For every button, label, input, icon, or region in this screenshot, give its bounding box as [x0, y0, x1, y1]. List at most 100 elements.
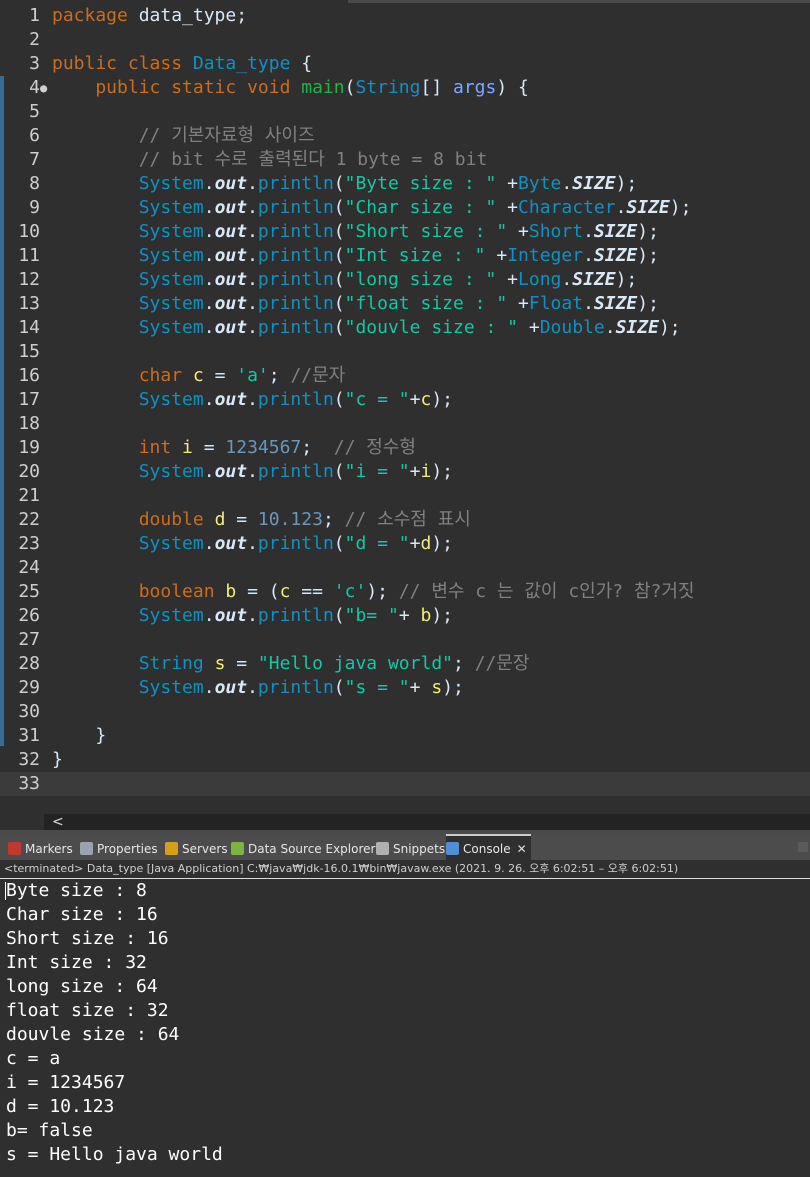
code-token: // 기본자료형 사이즈	[52, 125, 315, 146]
code-line[interactable]: 17 System.out.println("c = "+c);	[0, 388, 810, 412]
code-token: =	[192, 437, 226, 458]
code-token: "i = "	[344, 461, 410, 482]
code-token: package	[52, 5, 128, 26]
code-line[interactable]: 24	[0, 556, 810, 580]
code-token: (	[333, 269, 345, 290]
code-token: .	[203, 173, 215, 194]
code-line[interactable]: 14 System.out.println("douvle size : " +…	[0, 316, 810, 340]
code-token: SIZE	[593, 293, 638, 314]
console-line: Byte size : 8	[6, 880, 147, 901]
code-token: "long size : "	[344, 269, 497, 290]
code-token: .	[615, 197, 627, 218]
console-line: c = a	[6, 1048, 61, 1069]
code-line[interactable]: 5	[0, 100, 810, 124]
code-token: Float	[528, 293, 584, 314]
code-token: println	[257, 605, 334, 626]
line-number: 2	[29, 29, 40, 50]
code-token: ;	[322, 509, 345, 530]
line-number: 7	[29, 149, 40, 170]
tab-data-source-explorer[interactable]: Data Source Explorer	[231, 836, 375, 860]
code-token: System	[52, 461, 204, 482]
code-line[interactable]: 25 boolean b = (c == 'c'); // 변수 c 는 값이 …	[0, 580, 810, 604]
code-line[interactable]: 26 System.out.println("b= "+ b);	[0, 604, 810, 628]
code-line[interactable]: 16 char c = 'a'; //문자	[0, 364, 810, 388]
tab-servers[interactable]: Servers	[165, 836, 228, 860]
code-line[interactable]: 19 int i = 1234567; // 정수형	[0, 436, 810, 460]
code-token: SIZE	[572, 173, 616, 194]
code-token: System	[52, 533, 204, 554]
code-line[interactable]: 29 System.out.println("s = "+ s);	[0, 676, 810, 700]
code-line[interactable]: 3 public class Data_type {	[0, 52, 810, 76]
code-token: 'c'	[333, 581, 367, 602]
code-token: .	[203, 389, 215, 410]
code-line[interactable]: 10 System.out.println("Short size : " +S…	[0, 220, 810, 244]
tab-markers[interactable]: Markers	[8, 836, 73, 860]
tab-snippets[interactable]: Snippets	[376, 836, 445, 860]
code-token: +	[507, 221, 529, 242]
horizontal-scrollbar[interactable]: <	[44, 814, 810, 830]
code-line[interactable]: 8 System.out.println("Byte size : " +Byt…	[0, 172, 810, 196]
line-number: 20	[18, 461, 40, 482]
code-line[interactable]: 15	[0, 340, 810, 364]
code-text: boolean b = (c == 'c'); // 변수 c 는 값이 c인가…	[52, 580, 695, 604]
view-menu-icon[interactable]	[798, 842, 808, 852]
close-icon[interactable]: ✕	[517, 842, 527, 856]
code-line[interactable]: 22 double d = 10.123; // 소수점 표시	[0, 508, 810, 532]
code-token: System	[52, 317, 204, 338]
code-line[interactable]: 9 System.out.println("Char size : " +Cha…	[0, 196, 810, 220]
fold-marker-icon[interactable]: ●	[40, 76, 47, 100]
code-token: .	[247, 605, 258, 626]
code-line[interactable]: 1 package data_type;	[0, 4, 810, 28]
code-token: b	[225, 581, 237, 602]
code-token: "s = "	[344, 677, 410, 698]
code-line[interactable]: 12 System.out.println("long size : " +Lo…	[0, 268, 810, 292]
code-line[interactable]: 13 System.out.println("float size : " +F…	[0, 292, 810, 316]
code-token: "b= "	[344, 605, 399, 626]
data-source-explorer-icon	[231, 842, 244, 855]
line-number: 1	[29, 5, 40, 26]
code-token: .	[247, 677, 258, 698]
code-text: }	[52, 724, 106, 748]
code-token: .	[247, 245, 258, 266]
code-line[interactable]: 33	[0, 772, 810, 796]
code-line[interactable]: 20 System.out.println("i = "+i);	[0, 460, 810, 484]
code-line[interactable]: 32}	[0, 748, 810, 772]
code-token: 10.123	[257, 509, 323, 530]
tab-console[interactable]: Console ✕	[446, 834, 531, 862]
code-token: out	[214, 461, 248, 482]
code-editor[interactable]: 1 package data_type; 2 3 public class Data_t…	[0, 0, 810, 814]
code-line[interactable]: 23 System.out.println("d = "+d);	[0, 532, 810, 556]
code-line[interactable]: 6 // 기본자료형 사이즈	[0, 124, 810, 148]
code-token: .	[247, 269, 258, 290]
code-line[interactable]: 31 }	[0, 724, 810, 748]
code-token: (	[333, 605, 345, 626]
code-line[interactable]: 21	[0, 484, 810, 508]
code-line[interactable]: 28 String s = "Hello java world"; //문장	[0, 652, 810, 676]
code-token: out	[214, 197, 248, 218]
code-token: println	[257, 269, 334, 290]
line-number: 4	[29, 77, 40, 98]
scroll-left-arrow-icon[interactable]: <	[52, 814, 64, 830]
code-line[interactable]: 4 ● public static void main(String[] args…	[0, 76, 810, 100]
tab-label: Data Source Explorer	[248, 842, 376, 856]
code-token: args	[453, 77, 497, 98]
tab-properties[interactable]: Properties	[80, 836, 158, 860]
code-token: .	[247, 173, 258, 194]
line-number: 19	[18, 437, 40, 458]
code-text: System.out.println("c = "+c);	[52, 388, 453, 412]
code-token: System	[52, 269, 204, 290]
code-token: "c = "	[344, 389, 410, 410]
code-line[interactable]: 30	[0, 700, 810, 724]
code-line[interactable]: 11 System.out.println("Int size : " +Int…	[0, 244, 810, 268]
console-line: s = Hello java world	[6, 1144, 223, 1165]
code-token: +	[485, 245, 508, 266]
code-text: System.out.println("Int size : " +Intege…	[52, 244, 659, 268]
line-number: 6	[29, 125, 40, 146]
console-output[interactable]: Byte size : 8 Char size : 16 Short size : …	[0, 879, 810, 1177]
line-number: 3	[29, 53, 40, 74]
code-line[interactable]: 7 // bit 수로 출력된다 1 byte = 8 bit	[0, 148, 810, 172]
code-line[interactable]: 27	[0, 628, 810, 652]
code-line[interactable]: 18	[0, 412, 810, 436]
code-token: //문자	[290, 365, 346, 386]
code-line[interactable]: 2	[0, 28, 810, 52]
